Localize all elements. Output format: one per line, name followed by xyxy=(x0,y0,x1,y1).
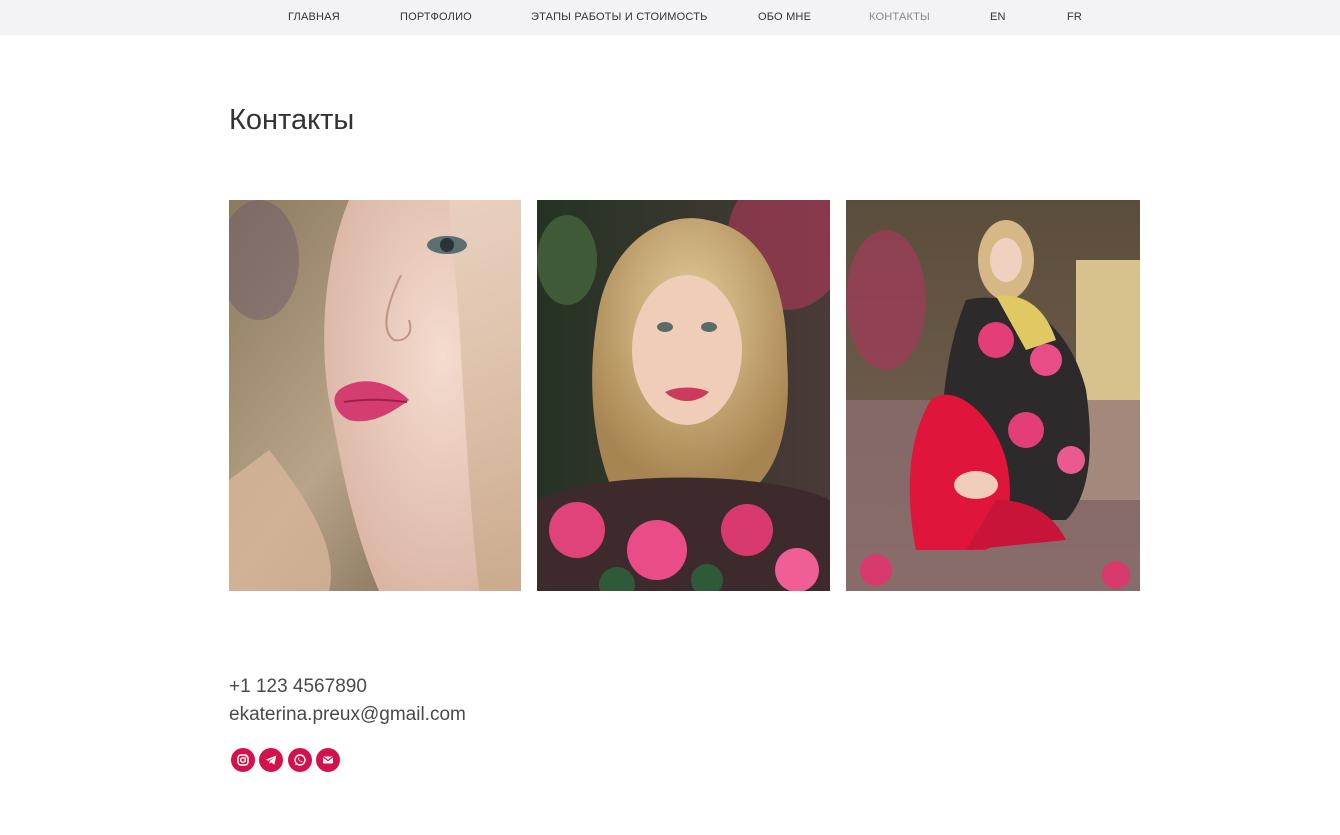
portrait-closeup-image xyxy=(229,200,521,591)
instagram-button[interactable] xyxy=(231,748,255,772)
nav-item-lang-en[interactable]: EN xyxy=(990,11,1006,23)
whatsapp-icon xyxy=(294,754,306,766)
nav-item-lang-fr[interactable]: FR xyxy=(1067,11,1082,23)
gallery-photo-3[interactable] xyxy=(846,200,1140,591)
nav-item-contacts[interactable]: КОНТАКТЫ xyxy=(869,11,930,23)
gallery-photo-2[interactable] xyxy=(537,200,830,591)
nav-item-home[interactable]: ГЛАВНАЯ xyxy=(288,11,340,23)
nav-item-stages-and-pricing[interactable]: ЭТАПЫ РАБОТЫ И СТОИМОСТЬ xyxy=(531,11,708,23)
email-button[interactable] xyxy=(316,748,340,772)
page-title: Контакты xyxy=(229,104,355,136)
gallery-photo-1[interactable] xyxy=(229,200,521,591)
nav-item-about[interactable]: ОБО МНЕ xyxy=(758,11,811,23)
full-figure-image xyxy=(846,200,1140,591)
email-address[interactable]: ekaterina.preux@gmail.com xyxy=(229,704,466,726)
top-navigation: ГЛАВНАЯ ПОРТФОЛИО ЭТАПЫ РАБОТЫ И СТОИМОС… xyxy=(0,0,1340,35)
portrait-floral-image xyxy=(537,200,830,591)
instagram-icon xyxy=(237,754,249,766)
whatsapp-button[interactable] xyxy=(288,748,312,772)
email-icon xyxy=(322,756,334,764)
telegram-icon xyxy=(265,755,277,765)
nav-item-portfolio[interactable]: ПОРТФОЛИО xyxy=(400,11,472,23)
telegram-button[interactable] xyxy=(259,748,283,772)
phone-number[interactable]: +1 123 4567890 xyxy=(229,676,367,698)
